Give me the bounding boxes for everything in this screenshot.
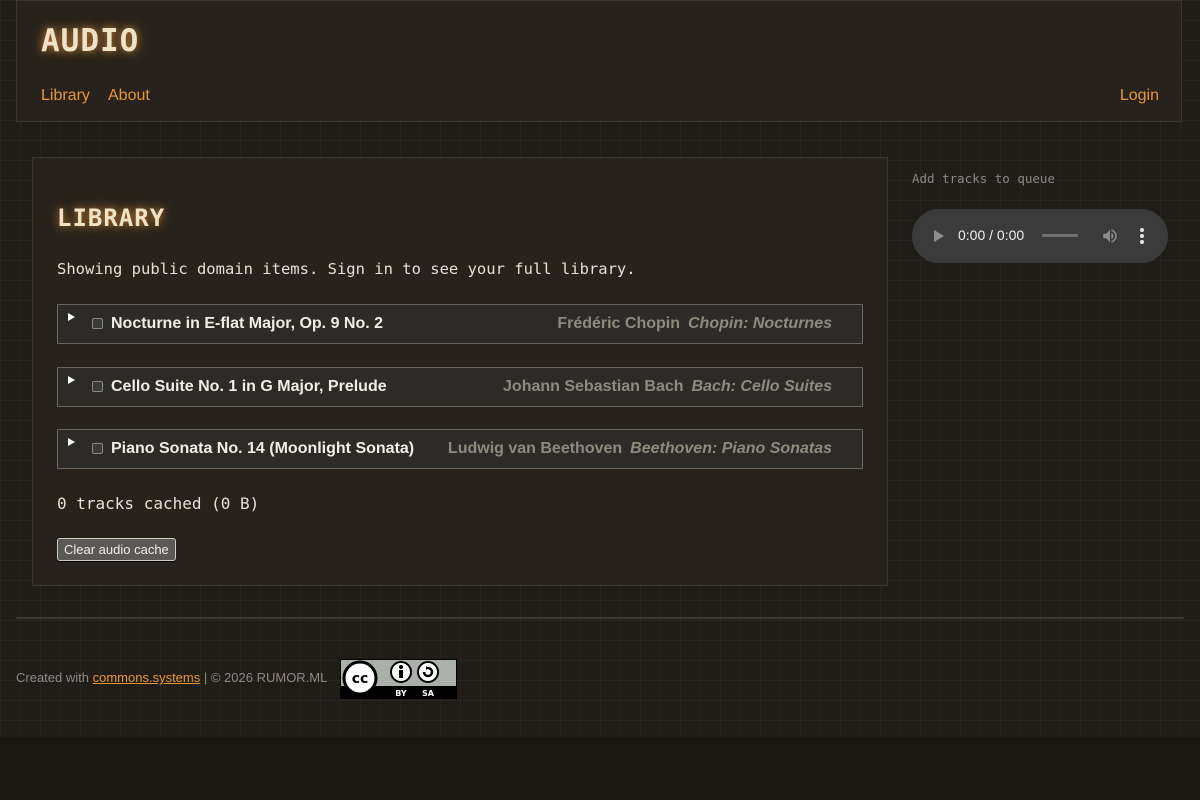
expand-triangle-icon[interactable] [68,313,75,321]
volume-icon[interactable] [1101,227,1119,245]
cc-text: cc [352,671,369,687]
audio-player[interactable]: 0:00 / 0:00 [912,209,1168,263]
footer-copyright: | © 2026 RUMOR.ML [203,670,328,685]
login-link[interactable]: Login [1120,87,1159,105]
nav-about-link[interactable]: About [108,87,150,105]
track-album: Chopin: Nocturnes [688,315,832,332]
track-checkbox[interactable] [92,381,103,392]
track-album: Bach: Cello Suites [691,378,832,395]
commons-systems-link[interactable]: commons.systems [93,670,201,685]
cc-by-sa-license-icon[interactable]: cc BY SA [340,659,457,699]
play-icon[interactable] [934,230,944,242]
track-artist: Johann Sebastian Bach [503,378,684,395]
player-time: 0:00 / 0:00 [958,227,1025,243]
track-row[interactable]: Piano Sonata No. 14 (Moonlight Sonata) L… [57,429,863,469]
track-checkbox[interactable] [92,443,103,454]
track-meta: Johann Sebastian Bach Bach: Cello Suites [503,378,832,396]
track-checkbox[interactable] [92,318,103,329]
library-heading: LIBRARY [57,204,166,232]
track-artist: Frédéric Chopin [557,315,680,332]
library-card: LIBRARY Showing public domain items. Sig… [32,157,888,586]
track-meta: Frédéric Chopin Chopin: Nocturnes [557,315,832,333]
track-artist: Ludwig van Beethoven [447,440,623,457]
library-intro-text: Showing public domain items. Sign in to … [57,260,636,278]
seek-bar[interactable] [1042,234,1078,237]
expand-triangle-icon[interactable] [68,438,75,446]
by-text: BY [395,689,407,698]
more-options-icon[interactable] [1136,227,1148,245]
footer-created-with: Created with [16,670,89,685]
track-title: Cello Suite No. 1 in G Major, Prelude [111,378,387,395]
cache-status-text: 0 tracks cached (0 B) [57,494,260,513]
app-title: AUDIO [41,23,140,59]
track-row[interactable]: Nocturne in E-flat Major, Op. 9 No. 2 Fr… [57,304,863,344]
track-row[interactable]: Cello Suite No. 1 in G Major, Prelude Jo… [57,367,863,407]
queue-hint-text: Add tracks to queue [912,171,1055,186]
clear-cache-button[interactable]: Clear audio cache [57,538,176,561]
track-title: Nocturne in E-flat Major, Op. 9 No. 2 [111,315,384,332]
site-header: AUDIO Library About Login [16,0,1182,122]
footer-credit: Created with commons.systems | © 2026 RU… [16,670,327,685]
track-album: Beethoven: Piano Sonatas [630,440,832,457]
expand-triangle-icon[interactable] [68,376,75,384]
track-meta: Ludwig van Beethoven Beethoven: Piano Son… [448,440,832,458]
sa-text: SA [422,689,435,698]
track-title: Piano Sonata No. 14 (Moonlight Sonata) [111,440,415,457]
footer-divider [16,617,1184,619]
nav-library-link[interactable]: Library [41,87,90,105]
